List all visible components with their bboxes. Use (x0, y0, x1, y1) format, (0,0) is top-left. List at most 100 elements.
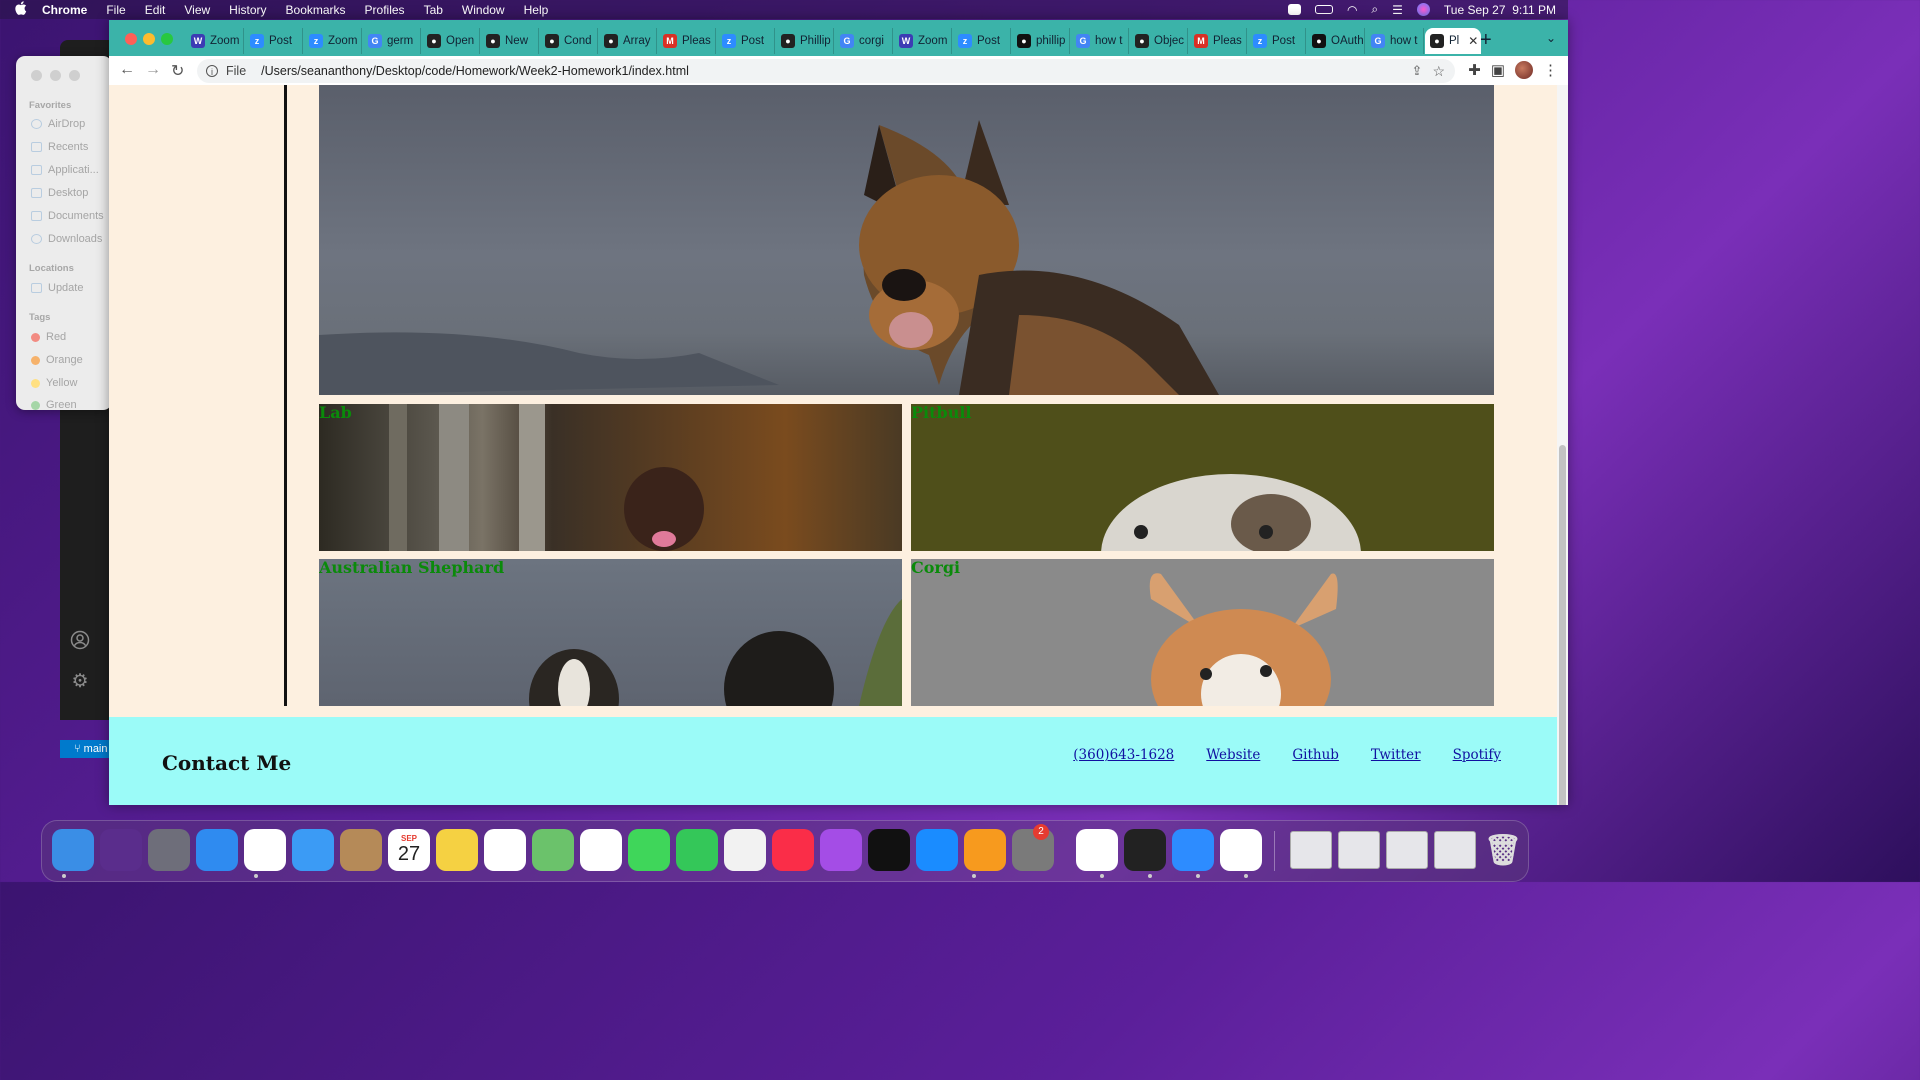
zoom-icon[interactable] (1172, 829, 1214, 871)
apple-menu-icon[interactable] (14, 1, 28, 18)
phone-link[interactable]: (360)643-1628 (1073, 747, 1174, 763)
back-button[interactable]: ← (119, 61, 135, 79)
menu-history[interactable]: History (229, 3, 266, 17)
forward-button[interactable]: → (145, 61, 161, 79)
finder-tag-yellow[interactable]: Yellow (31, 377, 77, 389)
photos-icon[interactable] (580, 829, 622, 871)
contacts-icon[interactable] (340, 829, 382, 871)
bookmark-star-icon[interactable]: ☆ (1432, 63, 1445, 80)
dog-tile-corgi[interactable]: Corgi (911, 559, 1494, 706)
news-icon[interactable] (724, 829, 766, 871)
reminders-icon[interactable] (484, 829, 526, 871)
notes-icon[interactable] (436, 829, 478, 871)
browser-tab[interactable]: W Zoom (186, 28, 244, 54)
menu-tab[interactable]: Tab (424, 3, 443, 17)
account-icon[interactable] (69, 630, 91, 652)
settings-gear-icon[interactable]: ⚙ (69, 670, 91, 692)
browser-tab[interactable]: ● Open (422, 28, 480, 54)
menu-edit[interactable]: Edit (145, 3, 166, 17)
browser-tab[interactable]: z Post (1248, 28, 1306, 54)
side-panel-icon[interactable]: ▣ (1491, 61, 1505, 79)
finder-tag-orange[interactable]: Orange (31, 354, 83, 366)
siri-menu-icon[interactable] (1416, 3, 1430, 16)
finder-zoom-button[interactable] (69, 70, 80, 81)
app-store-icon[interactable] (916, 829, 958, 871)
music-icon[interactable] (772, 829, 814, 871)
minimized-window-thumbnail[interactable] (1338, 831, 1380, 869)
spotify-link[interactable]: Spotify (1453, 747, 1501, 763)
terminal-icon[interactable] (1124, 829, 1166, 871)
browser-tab[interactable]: z Post (245, 28, 303, 54)
finder-tag-green[interactable]: Green (31, 399, 77, 411)
site-info-icon[interactable]: i (206, 65, 218, 77)
browser-tab[interactable]: M Pleas (1189, 28, 1247, 54)
battery-icon[interactable] (1314, 5, 1333, 14)
extensions-puzzle-icon[interactable]: ✚ (1468, 61, 1481, 79)
finder-item-documents[interactable]: Documents (31, 210, 104, 222)
menu-view[interactable]: View (184, 3, 210, 17)
tab-active[interactable]: ● Pl ✕ (1425, 28, 1481, 54)
address-bar[interactable]: i File /Users/seananthony/Desktop/code/H… (197, 59, 1455, 83)
chrome-menu-icon[interactable]: ⋮ (1543, 61, 1558, 79)
chrome-icon[interactable] (244, 829, 286, 871)
window-minimize-button[interactable] (143, 33, 155, 45)
browser-tab[interactable]: ● Cond (540, 28, 598, 54)
browser-tab[interactable]: ● OAuth (1307, 28, 1365, 54)
finder-item-recents[interactable]: Recents (31, 141, 88, 153)
browser-tab[interactable]: ● Phillip (776, 28, 834, 54)
siri-icon[interactable] (100, 829, 142, 871)
browser-tab[interactable]: ● New (481, 28, 539, 54)
new-tab-button[interactable]: + (1480, 29, 1492, 52)
finder-item-airdrop[interactable]: AirDrop (31, 118, 85, 130)
spotlight-search-icon[interactable]: ⌕ (1371, 2, 1378, 17)
profile-avatar[interactable] (1515, 61, 1533, 79)
dog-tile-lab[interactable]: Lab (319, 404, 902, 551)
page-scrollbar[interactable] (1557, 85, 1568, 805)
finder-item-applications[interactable]: Applicati... (31, 164, 99, 176)
mail-icon[interactable] (292, 829, 334, 871)
tab-close-icon[interactable]: ✕ (1468, 34, 1478, 48)
pages-icon[interactable] (964, 829, 1006, 871)
finder-icon[interactable] (52, 829, 94, 871)
safari-icon[interactable] (196, 829, 238, 871)
finder-close-button[interactable] (31, 70, 42, 81)
github-link[interactable]: Github (1292, 747, 1339, 763)
browser-tab[interactable]: ● phillip (1012, 28, 1070, 54)
browser-tab[interactable]: z Post (717, 28, 775, 54)
finder-tag-red[interactable]: Red (31, 331, 66, 343)
menubar-clock[interactable]: Tue Sep 27 9:11 PM (1444, 3, 1556, 17)
dog-tile-australian-shephard[interactable]: Australian Shephard (319, 559, 902, 706)
twitter-link[interactable]: Twitter (1371, 747, 1421, 763)
browser-tab[interactable]: Ghow t (1071, 28, 1129, 54)
trash-icon[interactable]: 🗑 (1482, 829, 1524, 871)
menu-window[interactable]: Window (462, 3, 505, 17)
browser-tab[interactable]: ● Objec (1130, 28, 1188, 54)
slack-icon[interactable] (1076, 829, 1118, 871)
tab-search-chevron-icon[interactable]: ⌄ (1546, 31, 1556, 45)
podcasts-icon[interactable] (820, 829, 862, 871)
browser-tab[interactable]: z Zoom (304, 28, 362, 54)
finder-item-downloads[interactable]: Downloads (31, 233, 102, 245)
address-url[interactable]: /Users/seananthony/Desktop/code/Homework… (261, 64, 689, 78)
minimized-window-thumbnail[interactable] (1386, 831, 1428, 869)
tv-icon[interactable] (868, 829, 910, 871)
browser-tab[interactable]: Gcorgi (835, 28, 893, 54)
calendar-icon[interactable]: SEP 27 (388, 829, 430, 871)
maps-icon[interactable] (532, 829, 574, 871)
browser-tab[interactable]: z Post (953, 28, 1011, 54)
website-link[interactable]: Website (1206, 747, 1260, 763)
control-center-icon[interactable]: ☰ (1392, 3, 1403, 17)
vscode-icon[interactable] (1220, 829, 1262, 871)
messages-icon[interactable] (628, 829, 670, 871)
menu-help[interactable]: Help (524, 3, 549, 17)
browser-tab[interactable]: M Pleas (658, 28, 716, 54)
minimized-window-thumbnail[interactable] (1290, 831, 1332, 869)
menu-file[interactable]: File (106, 3, 125, 17)
wifi-icon[interactable]: ◠ (1347, 3, 1357, 17)
window-zoom-button[interactable] (161, 33, 173, 45)
finder-item-desktop[interactable]: Desktop (31, 187, 88, 199)
dog-tile-pitbull[interactable]: Pitbull (911, 404, 1494, 551)
facetime-icon[interactable] (676, 829, 718, 871)
browser-tab[interactable]: W Zoom (894, 28, 952, 54)
browser-tab[interactable]: Ghow t (1366, 28, 1424, 54)
